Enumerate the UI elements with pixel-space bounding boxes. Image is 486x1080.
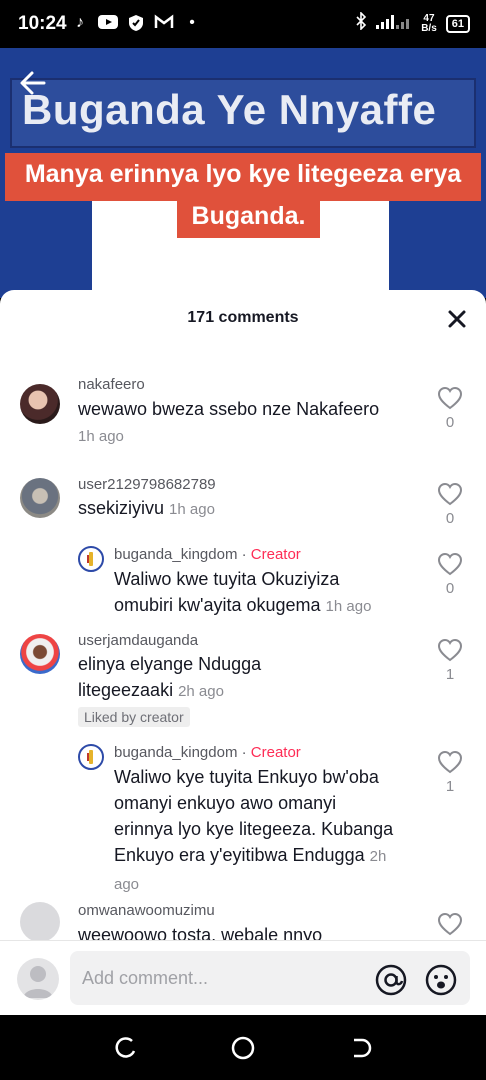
comment-time: 1h ago <box>169 501 215 518</box>
avatar[interactable] <box>20 634 60 674</box>
liked-by-creator-badge: Liked by creator <box>78 707 190 727</box>
comment-item: nakafeero wewawo bweza ssebo nze Nakafee… <box>0 376 486 466</box>
comment-item: user2129798682789 ssekiziyivu 1h ago 0 <box>0 472 486 542</box>
comment-count: 171 comments <box>187 309 299 326</box>
comment-username[interactable]: omwanawoomuzimu <box>78 902 215 919</box>
bluetooth-icon <box>355 11 367 35</box>
comment-text: Waliwo kye tuyita Enkuyo bw'oba omanyi e… <box>114 764 393 898</box>
tiktok-icon: ♪ <box>76 14 84 31</box>
my-avatar <box>17 958 59 1000</box>
username-text[interactable]: buganda_kingdom <box>114 546 237 563</box>
comment-item: omwanawoomuzimu weewoowo tosta, webale n… <box>0 902 486 940</box>
separator-dot: · <box>237 546 251 563</box>
heart-icon <box>437 552 463 576</box>
like-count: 0 <box>445 414 455 431</box>
comment-composer <box>0 940 486 1015</box>
speed-unit: B/s <box>421 22 437 34</box>
reply-username[interactable]: buganda_kingdom · Creator <box>114 546 301 563</box>
battery-indicator: 61 <box>445 14 470 33</box>
creator-tag: Creator <box>250 744 301 761</box>
system-status: 47 B/s 61 <box>355 11 470 35</box>
comment-body-line1: Waliwo kwe tuyita Okuziyiza <box>114 569 340 589</box>
like-button[interactable]: 0 <box>436 482 464 527</box>
like-count: 1 <box>445 778 455 795</box>
avatar[interactable] <box>20 902 60 940</box>
mention-icon[interactable] <box>374 963 408 997</box>
like-count: 0 <box>445 580 455 597</box>
like-button[interactable]: 1 <box>436 750 464 795</box>
avatar[interactable] <box>78 546 104 572</box>
like-button[interactable]: 0 <box>436 386 464 431</box>
comment-username[interactable]: userjamdauganda <box>78 632 198 649</box>
comment-text: ssekiziyivu 1h ago <box>78 495 215 523</box>
like-button[interactable] <box>436 912 464 936</box>
comment-time: 1h ago <box>78 428 124 445</box>
comment-body: ssekiziyivu <box>78 498 165 518</box>
dot-icon: • <box>189 14 195 31</box>
creator-tag: Creator <box>250 546 301 563</box>
video-title: Buganda Ye Nnyaffe <box>22 86 437 133</box>
comment-input[interactable] <box>70 951 470 1005</box>
comment-body-line2: litegeezaaki <box>78 680 174 700</box>
reply-item: buganda_kingdom · Creator Waliwo kwe tuy… <box>0 538 486 618</box>
comment-body-line3: erinnya lyo kye litegeeza. Kubanga <box>114 819 394 839</box>
back-icon[interactable] <box>348 1035 374 1061</box>
comments-list[interactable]: nakafeero wewawo bweza ssebo nze Nakafee… <box>0 346 486 940</box>
heart-icon <box>437 750 463 774</box>
signal-icon <box>376 12 412 35</box>
comment-body-line4: Enkuyo era y'eyitibwa Endugga <box>114 845 365 865</box>
status-time: 10:24 <box>18 13 67 34</box>
status-bar: 10:24 ♪ • 47 B/s 61 <box>0 0 486 48</box>
recent-apps-icon[interactable] <box>112 1035 138 1061</box>
like-button[interactable]: 0 <box>436 552 464 597</box>
comment-body-line1: Waliwo kye tuyita Enkuyo bw'oba <box>114 767 379 787</box>
gmail-icon <box>154 14 174 32</box>
video-subtitle-line1: Manya erinnya lyo kye litegeeza erya <box>24 160 462 188</box>
heart-icon <box>437 386 463 410</box>
shield-icon <box>126 14 146 32</box>
comment-username[interactable]: nakafeero <box>78 376 145 393</box>
username-text[interactable]: buganda_kingdom <box>114 744 237 761</box>
comment-time: 1h ago <box>325 598 372 615</box>
like-button[interactable]: 1 <box>436 638 464 683</box>
network-speed: 47 B/s <box>421 13 437 34</box>
comment-text: Waliwo kwe tuyita Okuziyiza omubiri kw'a… <box>114 566 371 620</box>
like-count: 1 <box>445 666 455 683</box>
comment-body: weewoowo tosta, webale nnyo <box>78 925 323 940</box>
comment-time-cont: ago <box>114 876 140 893</box>
comment-body-line2: omubiri kw'ayita okugema <box>114 595 321 615</box>
comment-time: 2h ago <box>178 683 224 700</box>
comment-item: userjamdauganda elinya elyange Ndugga li… <box>0 628 486 738</box>
comment-text: elinya elyange Ndugga litegeezaaki 2h ag… <box>78 651 261 705</box>
avatar[interactable] <box>78 744 104 770</box>
like-count: 0 <box>445 510 455 527</box>
comment-body: wewawo bweza ssebo nze Nakafeero <box>78 399 380 419</box>
heart-icon <box>437 912 463 936</box>
video-subtitle-line2: Buganda. <box>191 202 306 230</box>
back-arrow-icon[interactable] <box>18 68 48 98</box>
comment-text: weewoowo tosta, webale nnyo <box>78 922 322 940</box>
system-nav-bar <box>0 1015 486 1080</box>
notification-icons: ♪ • <box>70 14 202 32</box>
avatar[interactable] <box>20 478 60 518</box>
comment-username[interactable]: user2129798682789 <box>78 476 216 493</box>
home-icon[interactable] <box>230 1035 256 1061</box>
heart-icon <box>437 638 463 662</box>
heart-icon <box>437 482 463 506</box>
avatar[interactable] <box>20 384 60 424</box>
close-icon[interactable] <box>442 304 472 334</box>
comment-body-line2: omanyi enkuyo awo omanyi <box>114 793 337 813</box>
comment-time: 2h <box>369 848 387 865</box>
emoji-icon[interactable] <box>424 963 458 997</box>
comments-sheet: 171 comments nakafeero wewawo bweza sseb… <box>0 290 486 1015</box>
youtube-icon <box>98 14 118 32</box>
separator-dot: · <box>237 744 251 761</box>
comments-header: 171 comments <box>0 290 486 346</box>
video-preview[interactable]: Buganda Ye Nnyaffe Manya erinnya lyo kye… <box>0 48 486 298</box>
reply-item: buganda_kingdom · Creator Waliwo kye tuy… <box>0 736 486 896</box>
comment-text: wewawo bweza ssebo nze Nakafeero 1h ago <box>78 396 379 450</box>
comment-body-line1: elinya elyange Ndugga <box>78 654 262 674</box>
reply-username[interactable]: buganda_kingdom · Creator <box>114 744 301 761</box>
